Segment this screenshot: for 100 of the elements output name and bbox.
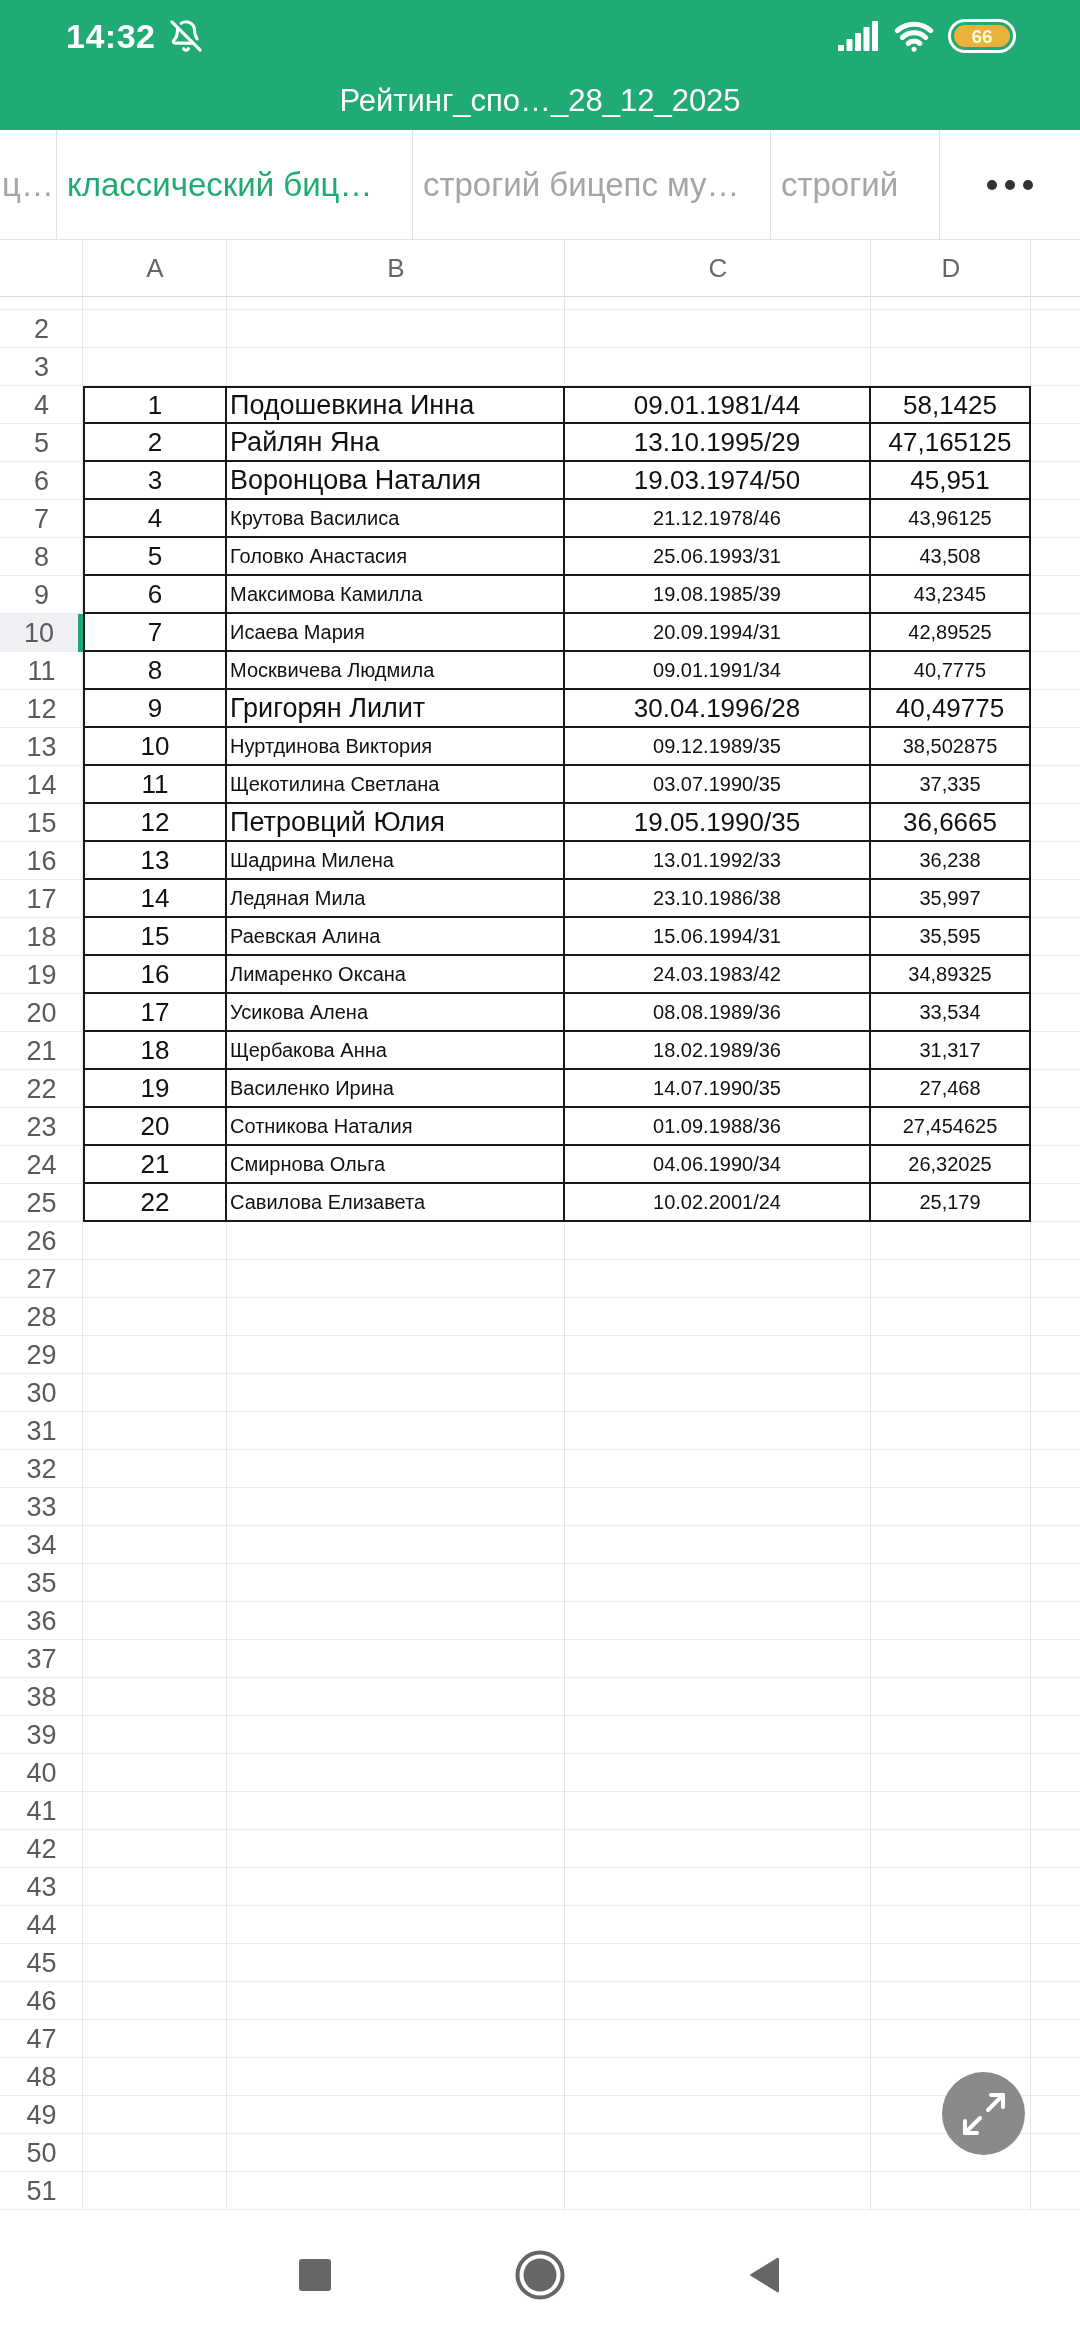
table-cell: 11 [83,766,227,804]
status-time: 14:32 [66,16,156,56]
row-header: 34 [25,1528,58,1562]
expand-icon [960,2090,1007,2137]
table-cell: Сотникова Наталия [227,1108,565,1146]
row-header: 5 [33,426,50,460]
row-header: 27 [25,1262,58,1296]
more-icon [986,179,1033,190]
row-header: 12 [25,692,58,726]
table-cell: Нуртдинова Виктория [227,728,565,766]
table-cell: 40,49775 [871,690,1031,728]
row-header: 36 [25,1604,58,1638]
table-cell: 30.04.1996/28 [565,690,871,728]
row-header: 50 [25,2136,58,2170]
table-cell: 10 [83,728,227,766]
table-cell: 42,89525 [871,614,1031,652]
column-header: A [145,252,165,285]
table-cell: 38,502875 [871,728,1031,766]
row-header: 17 [25,882,58,916]
table-cell: Исаева Мария [227,614,565,652]
row-header: 20 [25,996,58,1030]
row-header: 33 [25,1490,58,1524]
table-cell: 01.09.1988/36 [565,1108,871,1146]
row-header: 45 [25,1946,58,1980]
table-cell: Головко Анастасия [227,538,565,576]
row-header: 44 [25,1908,58,1942]
table-cell: Максимова Камилла [227,576,565,614]
table-cell: 09.01.1991/34 [565,652,871,690]
row-header: 29 [25,1338,58,1372]
table-cell: Петровций Юлия [227,804,565,842]
column-header: D [940,252,962,285]
row-header: 2 [33,312,50,346]
battery-text: 66 [971,26,993,46]
table-cell: 27,468 [871,1070,1031,1108]
table-cell: 40,7775 [871,652,1031,690]
row-header: 24 [25,1148,58,1182]
table-cell: 20.09.1994/31 [565,614,871,652]
table-cell: 19.08.1985/39 [565,576,871,614]
table-cell: 13 [83,842,227,880]
table-cell: 1 [83,386,227,424]
table-cell: 7 [83,614,227,652]
table-cell: 43,508 [871,538,1031,576]
table-cell: Василенко Ирина [227,1070,565,1108]
row-header: 40 [25,1756,58,1790]
table-cell: 6 [83,576,227,614]
row-header: 26 [25,1224,58,1258]
table-cell: 18 [83,1032,227,1070]
table-cell: 21.12.1978/46 [565,500,871,538]
table-cell: 4 [83,500,227,538]
table-cell: 58,1425 [871,386,1031,424]
table-cell: 25,179 [871,1184,1031,1222]
row-header: 35 [25,1566,58,1600]
table-cell: 2 [83,424,227,462]
table-cell: Смирнова Ольга [227,1146,565,1184]
table-cell: 13.10.1995/29 [565,424,871,462]
row-header: 42 [25,1832,58,1866]
table-cell: 24.03.1983/42 [565,956,871,994]
table-cell: 31,317 [871,1032,1031,1070]
table-cell: Усикова Алена [227,994,565,1032]
table-cell: 45,951 [871,462,1031,500]
triangle-icon [749,2257,781,2293]
table-cell: 13.01.1992/33 [565,842,871,880]
row-header: 38 [25,1680,58,1714]
table-cell: 34,89325 [871,956,1031,994]
row-header: 25 [25,1186,58,1220]
table-cell: 36,238 [871,842,1031,880]
table-cell: 27,454625 [871,1108,1031,1146]
row-header: 10 [0,614,83,652]
table-cell: 19.05.1990/35 [565,804,871,842]
table-cell: 3 [83,462,227,500]
row-header: 43 [25,1870,58,1904]
row-header: 15 [25,806,58,840]
table-cell: 8 [83,652,227,690]
row-header: 39 [25,1718,58,1752]
table-cell: 35,595 [871,918,1031,956]
row-header: 31 [25,1414,58,1448]
table-cell: 10.02.2001/24 [565,1184,871,1222]
row-header: 11 [26,654,57,688]
table-cell: 12 [83,804,227,842]
table-cell: 03.07.1990/35 [565,766,871,804]
table-cell: Щербакова Анна [227,1032,565,1070]
table-cell: 09.12.1989/35 [565,728,871,766]
table-cell: 36,6665 [871,804,1031,842]
table-cell: Райлян Яна [227,424,565,462]
row-header: 37 [25,1642,58,1676]
row-header: 49 [25,2098,58,2132]
row-header: 7 [33,502,50,536]
row-header: 14 [25,768,58,802]
table-cell: Савилова Елизавета [227,1184,565,1222]
table-cell: 09.01.1981/44 [565,386,871,424]
bell-off-icon [169,19,204,53]
table-cell: 23.10.1986/38 [565,880,871,918]
row-header: 16 [25,844,58,878]
table-cell: Москвичева Людмила [227,652,565,690]
square-icon [299,2259,331,2291]
table-cell: 14 [83,880,227,918]
table-cell: 19.03.1974/50 [565,462,871,500]
table-cell: 26,32025 [871,1146,1031,1184]
table-cell: 14.07.1990/35 [565,1070,871,1108]
row-header: 23 [25,1110,58,1144]
